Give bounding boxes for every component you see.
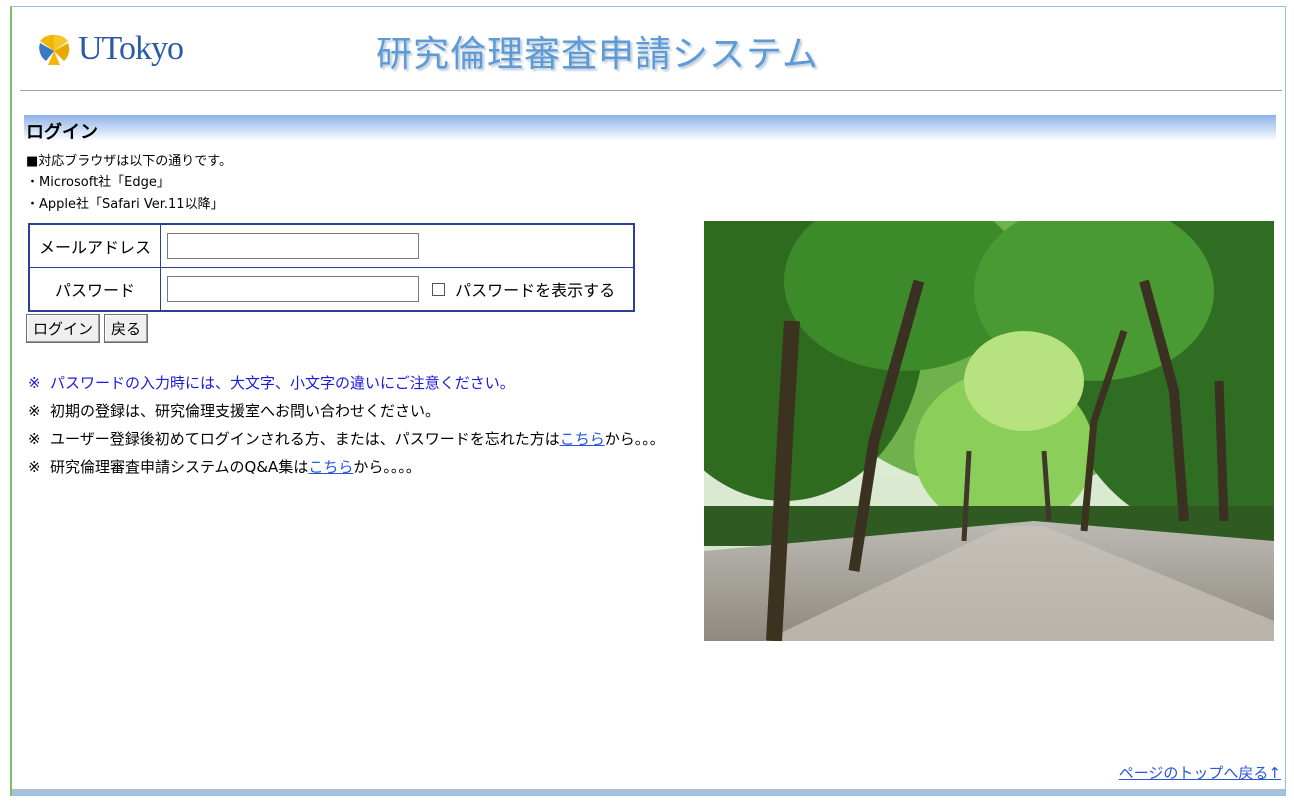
- browser-notes: ■対応ブラウザは以下の通りです。 ・Microsoft社「Edge」 ・Appl…: [26, 151, 232, 217]
- password-row: パスワード パスワードを表示する: [28, 267, 635, 312]
- browser-note: ・Apple社「Safari Ver.11以降」: [26, 197, 224, 212]
- ginkgo-leaf-icon: [39, 34, 70, 65]
- show-password-checkbox[interactable]: [432, 282, 446, 296]
- password-cell: パスワードを表示する: [160, 267, 635, 312]
- email-row: メールアドレス: [28, 223, 635, 268]
- header-divider: [20, 90, 1282, 91]
- note-text: 初期の登録は、研究倫理支援室へお問い合わせください。: [50, 402, 441, 420]
- browser-note: ・Microsoft社「Edge」: [26, 175, 170, 190]
- case-sensitivity-note: ※ パスワードの入力時には、大文字、小文字の違いにご注意ください。: [28, 369, 708, 397]
- registration-note: ※ 初期の登録は、研究倫理支援室へお問い合わせください。: [28, 397, 708, 425]
- browser-note: ■対応ブラウザは以下の通りです。: [26, 154, 232, 169]
- faq-link[interactable]: こちら: [308, 458, 353, 476]
- note-text: ユーザー登録後初めてログインされる方、または、パスワードを忘れた方は: [50, 430, 560, 448]
- section-title: ログイン: [26, 122, 98, 143]
- email-label: メールアドレス: [28, 223, 161, 268]
- first-login-link[interactable]: こちら: [560, 430, 605, 448]
- login-button[interactable]: ログイン: [26, 314, 101, 343]
- section-header-bar: [24, 115, 1276, 141]
- show-password-toggle[interactable]: パスワードを表示する: [432, 277, 615, 301]
- email-field[interactable]: [167, 233, 419, 259]
- note-text: パスワードの入力時には、大文字、小文字の違いにご注意ください。: [50, 374, 515, 392]
- page-top-link[interactable]: ページのトップへ戻る↑: [1119, 762, 1281, 783]
- system-title: 研究倫理審査申請システム: [376, 34, 819, 75]
- password-label: パスワード: [28, 267, 161, 312]
- notes-list: ※ パスワードの入力時には、大文字、小文字の違いにご注意ください。 ※ 初期の登…: [28, 369, 708, 481]
- note-text: から。。。。: [353, 458, 421, 476]
- back-button[interactable]: 戻る: [104, 314, 149, 343]
- note-mark: ※: [28, 430, 41, 448]
- faq-note: ※ 研究倫理審査申請システムのQ&A集はこちらから。。。。: [28, 453, 708, 481]
- show-password-label: パスワードを表示する: [455, 281, 616, 300]
- note-text: から。。。: [604, 430, 665, 448]
- note-mark: ※: [28, 458, 41, 476]
- utokyo-logo[interactable]: UTokyo: [34, 29, 184, 69]
- tree-avenue-photo: [704, 221, 1274, 641]
- note-mark: ※: [28, 402, 41, 420]
- form-buttons: ログイン 戻る: [26, 314, 149, 343]
- login-form-table: メールアドレス パスワード パスワードを表示する: [28, 223, 635, 312]
- page-frame: UTokyo 研究倫理審査申請システム ログイン ■対応ブラウザは以下の通りです…: [10, 6, 1286, 796]
- logo-text: UTokyo: [78, 30, 184, 67]
- first-login-note: ※ ユーザー登録後初めてログインされる方、または、パスワードを忘れた方はこちらか…: [28, 425, 708, 453]
- password-field[interactable]: [167, 276, 419, 302]
- note-mark: ※: [28, 374, 41, 392]
- note-text: 研究倫理審査申請システムのQ&A集は: [50, 458, 309, 476]
- footer-bar: [12, 789, 1285, 795]
- email-cell: [160, 223, 635, 268]
